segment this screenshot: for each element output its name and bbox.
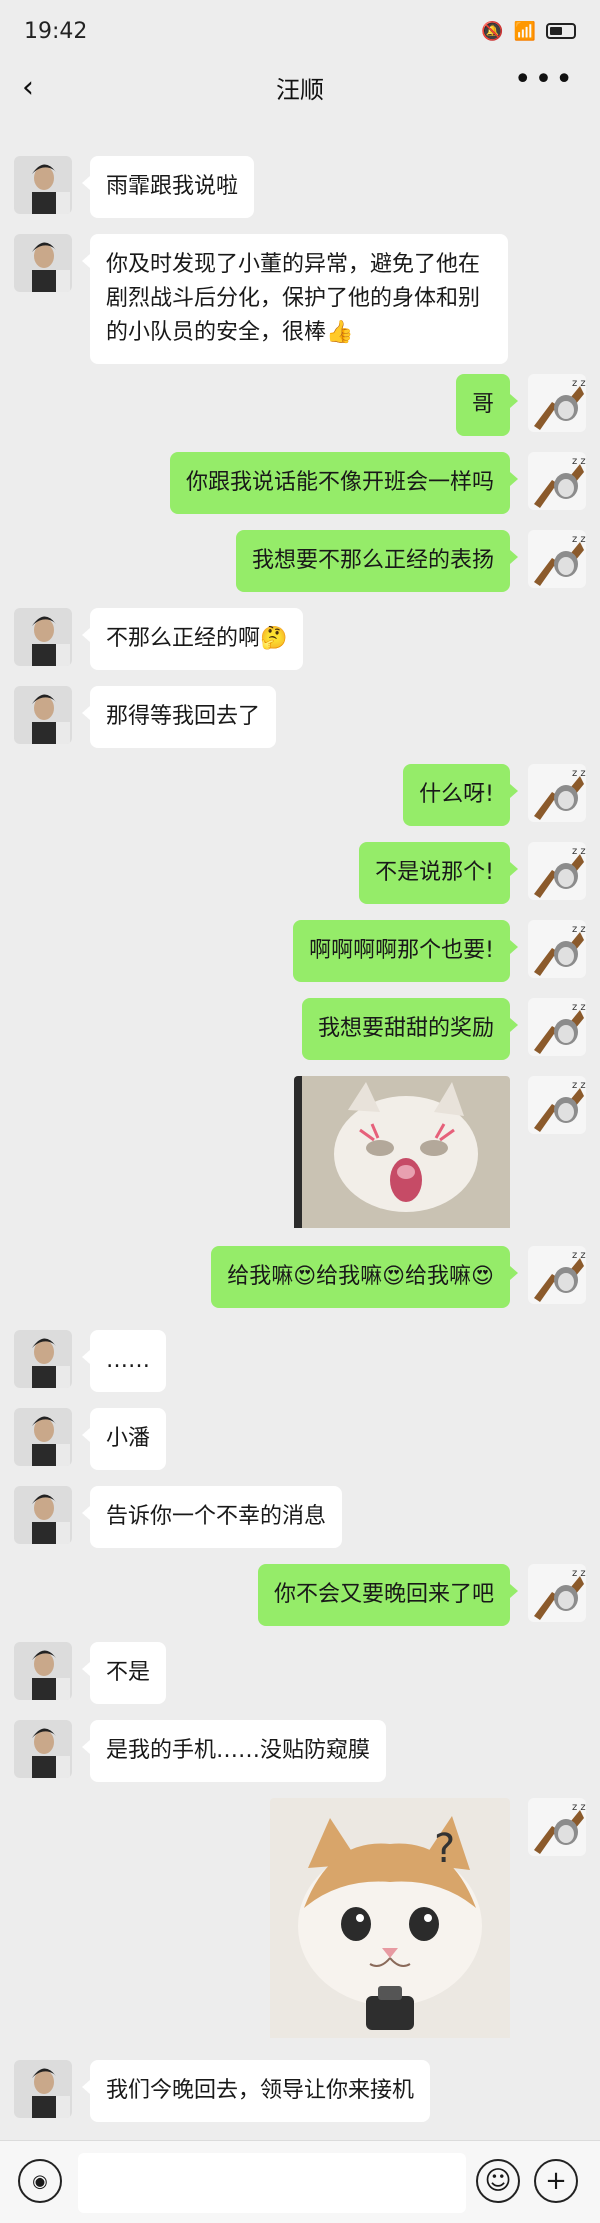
message-bubble[interactable]: 我想要甜甜的奖励 [301,998,519,1060]
message-bubble[interactable]: 我们今晚回去，领导让你来接机 [81,2060,431,2122]
avatar[interactable]: z z [528,1798,586,1856]
svg-text:z z: z z [572,1802,586,1813]
message-bubble[interactable]: 我想要不那么正经的表扬 [235,530,519,592]
message-list[interactable]: 雨霏跟我说啦 你及时发现了小董的异常，避免了他在剧烈战斗后分化，保护了他的身体和… [0,130,600,2122]
avatar[interactable]: z z [528,530,586,588]
avatar[interactable] [14,1642,72,1700]
avatar[interactable] [14,686,72,744]
svg-text:z z: z z [572,768,586,779]
message-bubble[interactable]: …… [82,1330,166,1392]
status-time: 19:42 [24,18,88,44]
message-bubble[interactable]: 你及时发现了小董的异常，避免了他在剧烈战斗后分化，保护了他的身体和别的小队员的安… [82,234,508,364]
emoji-icon[interactable]: ☺ [476,2159,520,2203]
svg-text:z z: z z [572,1080,586,1091]
message-bubble[interactable]: 那得等我回去了 [81,686,277,748]
message-bubble[interactable]: 什么呀! [403,764,518,826]
avatar[interactable]: z z [528,374,586,432]
svg-text:z z: z z [572,924,586,935]
svg-text:?: ? [434,1826,455,1872]
avatar[interactable]: z z [528,842,586,900]
message-bubble[interactable]: 不是 [81,1642,167,1704]
svg-text:z z: z z [572,1002,586,1013]
avatar[interactable] [14,1486,72,1544]
avatar[interactable] [14,234,72,292]
svg-text:z z: z z [572,846,586,857]
avatar[interactable]: z z [528,1246,586,1304]
message-bubble[interactable]: 是我的手机……没贴防窥膜 [81,1720,387,1782]
avatar[interactable]: z z [528,1564,586,1622]
voice-icon[interactable]: ◉ [18,2159,62,2203]
avatar[interactable]: z z [528,998,586,1056]
plus-icon[interactable]: + [534,2159,578,2203]
mute-icon: 🔕 [481,20,504,42]
chat-title: 汪顺 [276,75,324,104]
avatar[interactable] [14,1720,72,1778]
wifi-icon: 📶 [513,20,536,42]
status-icons: 🔕 📶 [481,21,576,42]
avatar[interactable] [14,608,72,666]
battery-icon [546,23,576,39]
message-bubble[interactable]: 不那么正经的啊🤔 [81,608,304,670]
avatar[interactable] [14,1330,72,1388]
avatar[interactable]: z z [528,920,586,978]
svg-text:z z: z z [572,1250,586,1261]
svg-text:z z: z z [572,378,586,389]
back-icon[interactable]: ‹ [22,70,34,105]
more-icon[interactable]: ••• [514,62,576,97]
message-bubble[interactable]: 给我嘛😍给我嘛😍给我嘛😍 [211,1246,518,1308]
avatar[interactable] [14,2060,72,2118]
svg-text:z z: z z [572,1568,586,1579]
status-bar: 19:42 🔕 📶 [0,0,600,62]
svg-text:z z: z z [572,534,586,545]
avatar[interactable]: z z [528,452,586,510]
message-input[interactable] [78,2153,466,2213]
avatar[interactable] [14,1408,72,1466]
avatar[interactable]: z z [528,764,586,822]
message-bubble[interactable]: 你跟我说话能不像开班会一样吗 [169,452,519,514]
message-bubble[interactable]: 你不会又要晚回来了吧 [257,1564,519,1626]
crying-cat-sticker[interactable] [294,1076,510,1232]
message-bubble[interactable]: 不是说那个! [359,842,518,904]
avatar[interactable] [14,156,72,214]
svg-text:z z: z z [572,456,586,467]
message-bubble[interactable]: 小潘 [81,1408,167,1470]
message-bubble[interactable]: 雨霏跟我说啦 [81,156,255,218]
avatar[interactable]: z z [528,1076,586,1134]
confused-cat-sticker[interactable]: ? [270,1798,510,2042]
chat-header: ‹ 汪顺 ••• [0,62,600,112]
message-bubble[interactable]: 啊啊啊啊那个也要! [293,920,518,982]
message-bubble[interactable]: 哥 [455,374,519,436]
message-bubble[interactable]: 告诉你一个不幸的消息 [81,1486,343,1548]
input-bar: ◉ ☺ + [0,2140,600,2223]
